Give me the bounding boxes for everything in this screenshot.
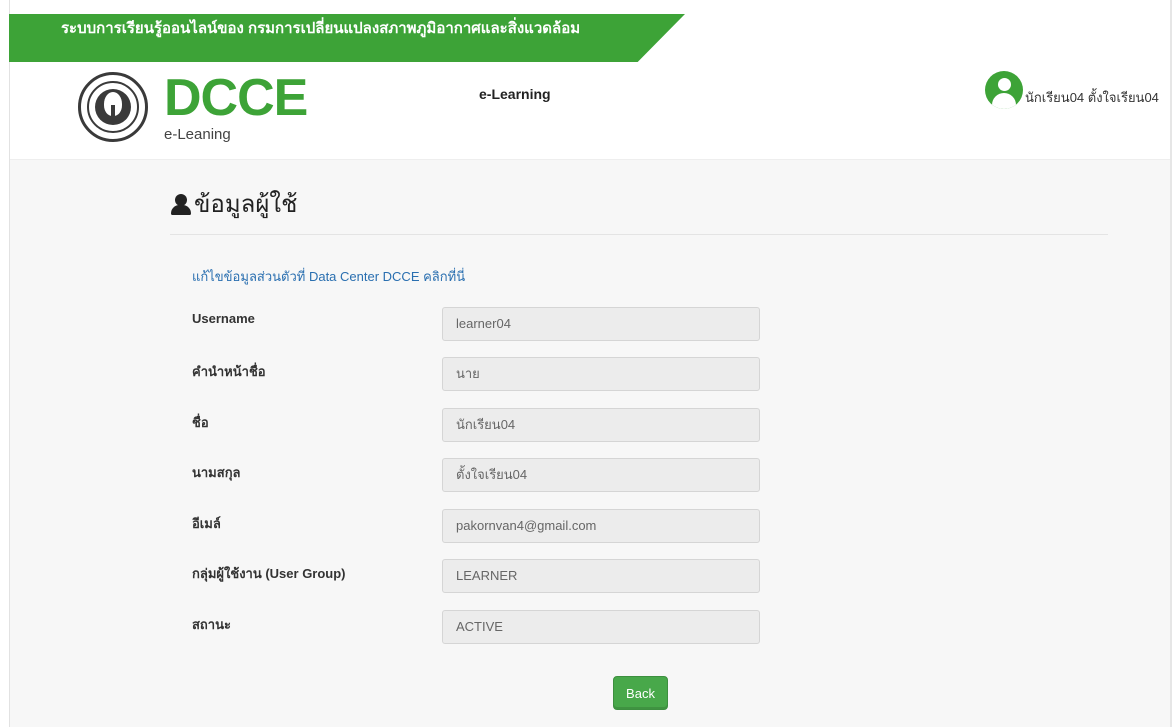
dcce-seal-logo[interactable] <box>78 72 148 142</box>
header-title: e-Learning <box>479 86 551 102</box>
back-button[interactable]: Back <box>613 676 668 710</box>
user-group-field[interactable]: LEARNER <box>442 559 760 593</box>
banner-text: ระบบการเรียนรู้ออนไลน์ของ กรมการเปลี่ยนแ… <box>61 20 581 37</box>
brand-subtitle: e-Leaning <box>164 126 231 143</box>
username-field[interactable]: learner04 <box>442 307 760 341</box>
field-label: คำนำหน้าชื่อ <box>192 364 266 379</box>
email-field[interactable]: pakornvan4@gmail.com <box>442 509 760 543</box>
user-avatar-icon[interactable] <box>985 71 1023 109</box>
field-label: อีเมล์ <box>192 516 221 531</box>
field-label: ชื่อ <box>192 415 209 430</box>
edit-profile-link[interactable]: แก้ไขข้อมูลส่วนตัวที่ Data Center DCCE ค… <box>192 266 465 287</box>
user-icon <box>170 192 192 216</box>
field-label: Username <box>192 311 255 326</box>
page-title: ข้อมูลผู้ใช้ <box>170 184 297 223</box>
field-label: สถานะ <box>192 617 231 632</box>
user-menu[interactable]: นักเรียน04 ตั้งใจเรียน04 <box>985 71 1159 109</box>
title-divider <box>170 234 1108 235</box>
user-display-name[interactable]: นักเรียน04 ตั้งใจเรียน04 <box>1025 87 1159 108</box>
field-label: กลุ่มผู้ใช้งาน (User Group) <box>192 566 346 581</box>
status-field[interactable]: ACTIVE <box>442 610 760 644</box>
page-title-text: ข้อมูลผู้ใช้ <box>194 191 298 218</box>
prefix-field[interactable]: นาย <box>442 357 760 391</box>
window-left-edge <box>0 0 10 727</box>
field-label: นามสกุล <box>192 465 241 480</box>
brand-logo-text[interactable]: DCCE <box>164 72 308 124</box>
firstname-field[interactable]: นักเรียน04 <box>442 408 760 442</box>
lastname-field[interactable]: ตั้งใจเรียน04 <box>442 458 760 492</box>
